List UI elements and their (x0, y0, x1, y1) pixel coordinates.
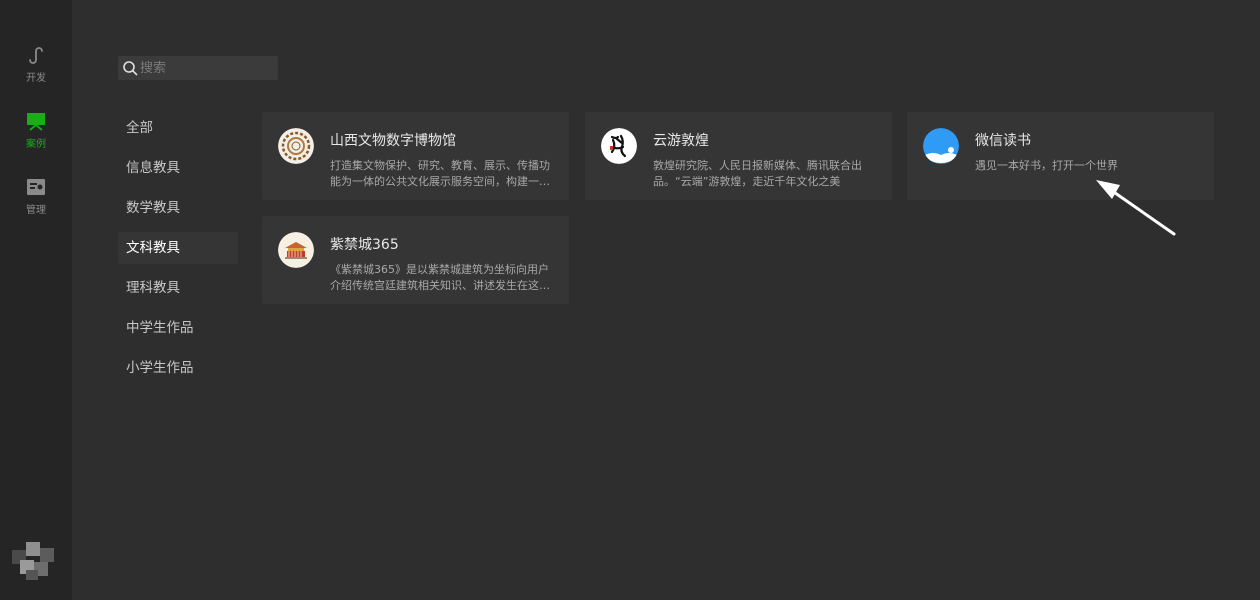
category-primary-school-works[interactable]: 小学生作品 (118, 352, 238, 384)
card-description: 打造集文物保护、研究、教育、展示、传播功能为一体的公共文化展示服务空间，构建一… (330, 159, 550, 188)
app-card-forbidden-city[interactable]: 紫禁城365 《紫禁城365》是以紫禁城建筑为坐标向用户介绍传统宫廷建筑相关知识… (262, 216, 569, 304)
forbidden-city-logo-icon (278, 232, 314, 268)
wechat-read-logo-icon (923, 128, 959, 164)
left-rail: 开发 案例 管理 (0, 0, 72, 600)
card-title: 云游敦煌 (653, 133, 709, 149)
showcase-icon (27, 113, 45, 131)
search-input[interactable] (140, 58, 270, 78)
category-all[interactable]: 全部 (118, 112, 238, 144)
manage-icon (27, 179, 45, 195)
category-list: 全部 信息教具 数学教具 文科教具 理科教具 中学生作品 小学生作品 (118, 112, 238, 392)
card-title: 微信读书 (975, 133, 1031, 149)
search-icon (123, 61, 138, 76)
rail-item-develop[interactable]: 开发 (0, 44, 72, 84)
rail-item-manage[interactable]: 管理 (0, 176, 72, 216)
pointer-arrow-icon (1096, 180, 1176, 236)
app-card-dunhuang[interactable]: 云游敦煌 敦煌研究院、人民日报新媒体、腾讯联合出品。“云端”游敦煌，走近千年文化… (585, 112, 892, 200)
rail-item-showcase[interactable]: 案例 (0, 110, 72, 150)
category-info-tools[interactable]: 信息教具 (118, 152, 238, 184)
avatar[interactable] (12, 542, 58, 582)
app-card-shanxi-museum[interactable]: 山西文物数字博物馆 打造集文物保护、研究、教育、展示、传播功能为一体的公共文化展… (262, 112, 569, 200)
category-math-tools[interactable]: 数学教具 (118, 192, 238, 224)
rail-label-showcase: 案例 (26, 139, 46, 150)
card-description: 《紫禁城365》是以紫禁城建筑为坐标向用户介绍传统宫廷建筑相关知识、讲述发生在这… (330, 263, 550, 292)
rail-label-manage: 管理 (26, 205, 46, 216)
category-liberal-arts-tools[interactable]: 文科教具 (118, 232, 238, 264)
card-title: 紫禁城365 (330, 237, 399, 253)
mini-program-icon (29, 47, 43, 64)
card-description: 敦煌研究院、人民日报新媒体、腾讯联合出品。“云端”游敦煌，走近千年文化之美 (653, 159, 862, 188)
dunhuang-logo-icon (601, 128, 637, 164)
museum-logo-icon (278, 128, 314, 164)
search-box[interactable] (118, 56, 278, 80)
category-middle-school-works[interactable]: 中学生作品 (118, 312, 238, 344)
card-title: 山西文物数字博物馆 (330, 133, 456, 149)
category-science-tools[interactable]: 理科教具 (118, 272, 238, 304)
rail-label-develop: 开发 (26, 73, 46, 84)
